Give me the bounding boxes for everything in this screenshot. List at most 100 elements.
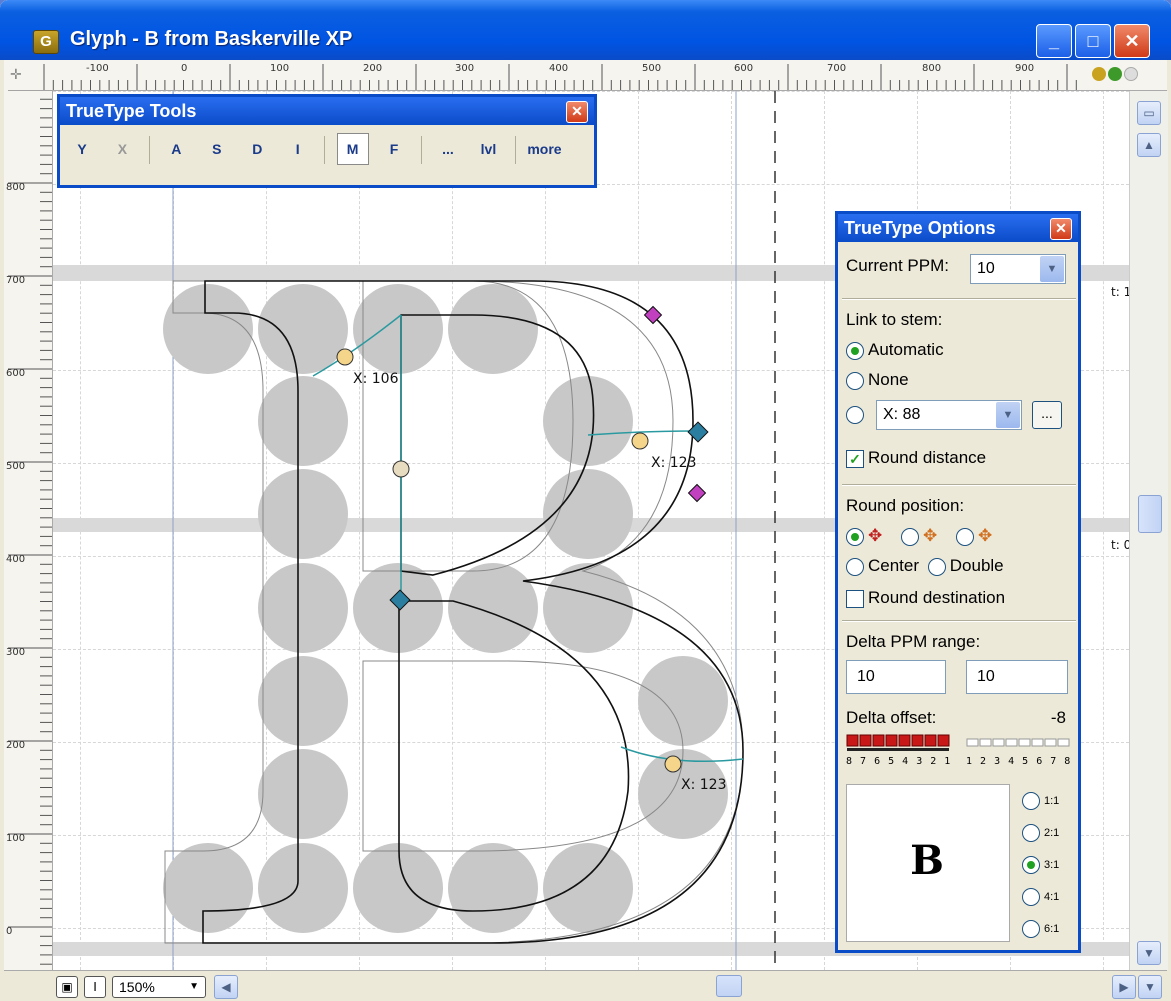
radio-icon[interactable] xyxy=(1022,888,1040,906)
lock-button[interactable]: ▣ xyxy=(56,976,78,998)
ruler-left[interactable]: 800 700 600 500 400 300 200 100 0 xyxy=(4,90,53,970)
scroll-left-button[interactable]: ◀ xyxy=(214,975,238,999)
close-button[interactable]: ✕ xyxy=(1114,24,1150,58)
zoom-option-4-1[interactable]: 4:1 xyxy=(1022,888,1059,920)
truetype-tools-close-button[interactable]: ✕ xyxy=(566,101,588,123)
chevron-down-icon: ▼ xyxy=(1040,256,1064,282)
ruler-label: 600 xyxy=(6,368,26,379)
minimize-button[interactable]: _ xyxy=(1036,24,1072,58)
truetype-options-title-text: TrueType Options xyxy=(844,218,996,238)
none-option[interactable]: None xyxy=(846,370,909,390)
current-ppm-select[interactable]: 10 ▼ xyxy=(970,254,1066,284)
separator xyxy=(514,135,516,164)
preview-glyph: B xyxy=(910,837,944,884)
vertical-scrollbar[interactable]: ▭ ▲ ▼ xyxy=(1129,91,1168,970)
title-bar[interactable]: G Glyph - B from Baskerville XP _ □ ✕ xyxy=(0,0,1171,60)
tool-levels[interactable]: lvl xyxy=(473,134,503,164)
round-distance-option[interactable]: ✓ Round distance xyxy=(846,448,986,468)
radio-icon[interactable] xyxy=(955,527,974,546)
tool-interpolate[interactable]: I xyxy=(283,134,313,164)
truetype-options-panel[interactable]: TrueType Options ✕ Current PPM: 10 ▼ Lin… xyxy=(835,211,1081,953)
ruler-label: 0 xyxy=(181,63,188,74)
automatic-option[interactable]: Automatic xyxy=(846,340,944,360)
stem-option[interactable] xyxy=(846,404,868,424)
delta-from-input[interactable]: 10 xyxy=(846,660,946,694)
ruler-label: 500 xyxy=(642,63,662,74)
truetype-options-title[interactable]: TrueType Options ✕ xyxy=(838,214,1078,242)
ruler-label: 400 xyxy=(549,63,569,74)
metrics-icon[interactable] xyxy=(1092,67,1106,81)
final-delta-icon: F xyxy=(389,141,399,157)
checkbox-icon[interactable]: ✓ xyxy=(846,449,864,468)
ruler-top[interactable]: -100 0 100 200 300 400 500 600 700 800 9… xyxy=(4,60,1167,91)
zoom-option-3-1[interactable]: 3:1 xyxy=(1022,856,1059,888)
tool-align[interactable]: A xyxy=(161,134,191,164)
chevron-down-icon: ▼ xyxy=(1143,946,1155,960)
radio-icon[interactable] xyxy=(927,557,946,576)
glyph-preview: B xyxy=(846,784,1010,942)
text-cursor-button[interactable]: I xyxy=(84,976,106,998)
app-window: G Glyph - B from Baskerville XP _ □ ✕ -1… xyxy=(0,0,1171,1001)
radio-icon[interactable] xyxy=(846,341,864,360)
delta-offset-value: -8 xyxy=(1050,708,1066,727)
tool-double-link[interactable]: D xyxy=(242,134,272,164)
truetype-tools-title[interactable]: TrueType Tools ✕ xyxy=(60,97,594,125)
options-menu-button[interactable]: ▼ xyxy=(1138,975,1162,999)
hint-label: X: 123 xyxy=(681,777,726,793)
scroll-up-button[interactable]: ▲ xyxy=(1137,133,1161,157)
round-marker[interactable] xyxy=(664,755,682,773)
round-up-icon: ✥ xyxy=(977,526,993,545)
round-destination-label: Round destination xyxy=(868,588,1006,607)
stem-select[interactable]: X: 88 ▼ xyxy=(876,400,1022,430)
zoom-select[interactable]: 150% ▼ xyxy=(112,976,206,998)
zoom-option-6-1[interactable]: 6:1 xyxy=(1022,920,1059,952)
radio-icon[interactable] xyxy=(846,557,864,576)
close-icon: ✕ xyxy=(1055,220,1067,236)
tool-y-axis[interactable]: Y xyxy=(67,134,97,164)
scroll-thumb[interactable] xyxy=(1138,495,1162,533)
hinting-icon[interactable] xyxy=(1108,67,1122,81)
delta-offset-slider[interactable] xyxy=(846,734,1074,756)
maximize-button[interactable]: □ xyxy=(1075,24,1111,58)
round-marker[interactable] xyxy=(631,432,649,450)
radio-icon[interactable] xyxy=(846,371,864,390)
scroll-right-button[interactable]: ▶ xyxy=(1112,975,1136,999)
crosshair-icon[interactable]: ✛ xyxy=(10,66,22,83)
radio-icon[interactable] xyxy=(846,527,864,546)
tool-middle-delta[interactable]: M xyxy=(336,133,369,165)
round-marker[interactable] xyxy=(336,348,354,366)
radio-icon[interactable] xyxy=(1022,824,1040,842)
tool-single-link[interactable]: S xyxy=(202,134,232,164)
tool-pixels[interactable]: ... xyxy=(433,134,463,164)
browse-button[interactable]: ... xyxy=(1032,401,1062,429)
scroll-down-button[interactable]: ▼ xyxy=(1137,941,1161,965)
ruler-label: 600 xyxy=(734,63,754,74)
glyph-editor: -100 0 100 200 300 400 500 600 700 800 9… xyxy=(4,60,1168,1001)
tool-more[interactable]: more xyxy=(527,134,561,164)
stem-value: X: 88 xyxy=(883,406,921,423)
panel-toggle-button[interactable]: ▭ xyxy=(1137,101,1161,125)
truetype-options-close-button[interactable]: ✕ xyxy=(1050,218,1072,240)
truetype-tools-panel[interactable]: TrueType Tools ✕ Y X A S D I M F ... lvl… xyxy=(57,94,597,188)
glyph-canvas[interactable]: X: 106 X: 123 X: 123 t: 1 t: 0 TrueType … xyxy=(53,91,1129,970)
round-grid-icon: ✥ xyxy=(868,526,883,545)
registered-icon[interactable] xyxy=(1124,67,1138,81)
delta-point[interactable] xyxy=(687,483,707,503)
radio-icon[interactable] xyxy=(900,527,919,546)
radio-icon[interactable] xyxy=(1022,792,1040,810)
zoom-option-1-1[interactable]: 1:1 xyxy=(1022,792,1059,824)
delta-to-input[interactable]: 10 xyxy=(966,660,1068,694)
radio-icon[interactable] xyxy=(1022,856,1040,874)
zoom-option-2-1[interactable]: 2:1 xyxy=(1022,824,1059,856)
round-destination-option[interactable]: Round destination xyxy=(846,588,1005,608)
horizontal-scroll-thumb[interactable] xyxy=(716,975,742,997)
anchor-point[interactable] xyxy=(687,421,709,443)
tool-x-axis[interactable]: X xyxy=(107,134,137,164)
radio-icon[interactable] xyxy=(846,405,864,424)
radio-icon[interactable] xyxy=(1022,920,1040,938)
interpolate-marker[interactable] xyxy=(392,460,410,478)
checkbox-icon[interactable] xyxy=(846,589,864,608)
delta-offset-bars[interactable] xyxy=(846,734,1074,756)
chevron-down-icon: ▼ xyxy=(189,981,199,992)
tool-final-delta[interactable]: F xyxy=(379,134,409,164)
